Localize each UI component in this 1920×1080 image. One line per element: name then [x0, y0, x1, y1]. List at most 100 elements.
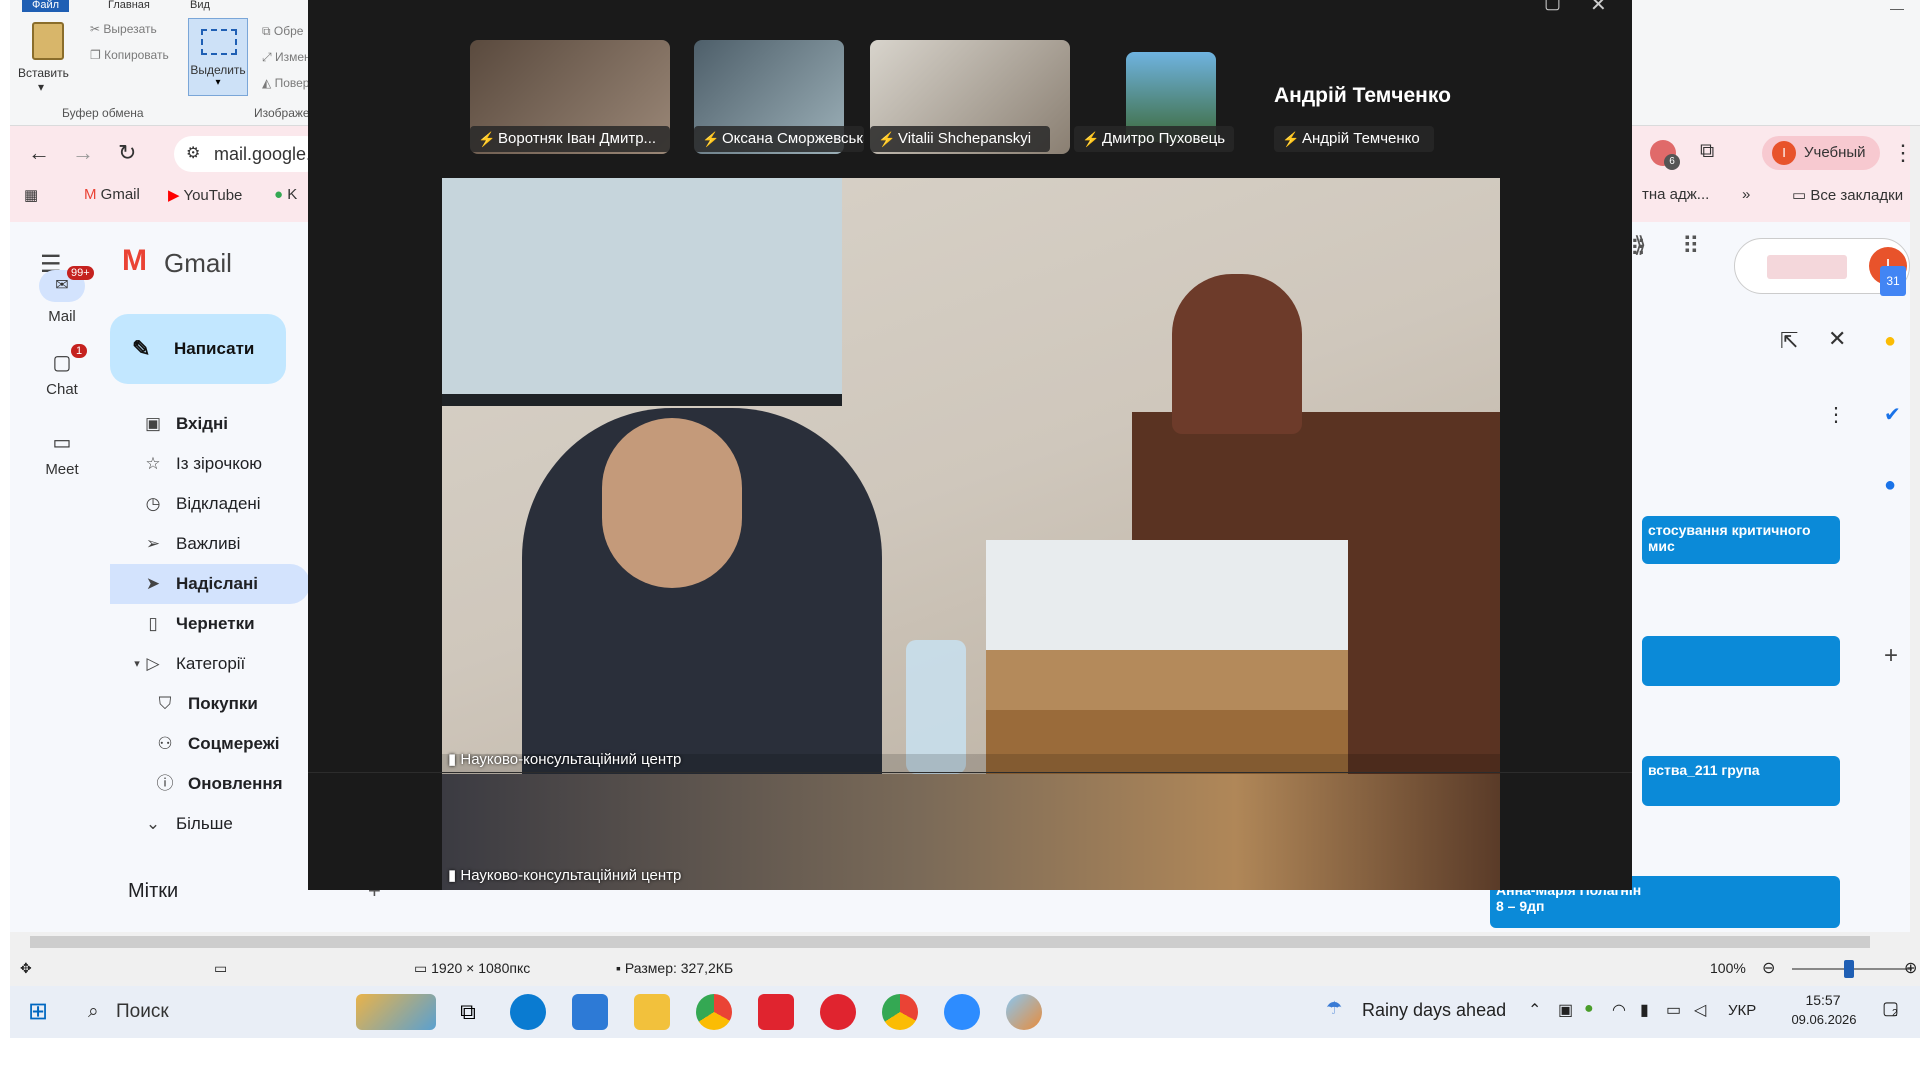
image-dimensions: ▭ 1920 × 1080пкс: [414, 960, 531, 976]
window-control-icon[interactable]: —: [1890, 0, 1904, 16]
open-new-window-icon[interactable]: ⇱: [1780, 328, 1798, 354]
rotate-button[interactable]: ◭ Повер: [262, 76, 309, 90]
all-bookmarks[interactable]: ▭ Все закладки: [1792, 186, 1903, 204]
file-size: ▪ Размер: 327,2КБ: [616, 960, 734, 976]
maximize-icon[interactable]: ▢: [1544, 0, 1561, 13]
shopping-icon: ⛉: [158, 694, 172, 713]
bookmark-right[interactable]: тна адж...: [1642, 186, 1709, 203]
profile-button[interactable]: I Учебный: [1762, 136, 1880, 170]
battery-icon[interactable]: ▭: [1666, 1000, 1681, 1020]
paste-button[interactable]: [28, 22, 68, 70]
resize-button[interactable]: ⤢ Измен: [262, 50, 311, 65]
bookmark-gmail[interactable]: M Gmail: [84, 186, 140, 203]
people-icon: ⚇: [157, 734, 173, 753]
clock-time[interactable]: 15:57: [1788, 992, 1858, 1008]
paint-app-icon[interactable]: [1006, 994, 1042, 1030]
reload-icon[interactable]: ↻: [118, 140, 136, 166]
close-icon[interactable]: ✕: [1828, 326, 1846, 352]
nav-sent[interactable]: ➤ Надіслані: [110, 564, 310, 604]
zoom-out-icon[interactable]: ⊖: [1762, 958, 1775, 978]
zoom-meeting-window: ▢ ✕ ⚡ Воротняк Іван Дмитр... ⚡ Оксана Смор…: [308, 0, 1632, 890]
nav-label: Відкладені: [176, 494, 261, 513]
task-view-icon[interactable]: ⧉: [450, 994, 486, 1030]
store-icon[interactable]: [572, 994, 608, 1030]
back-icon[interactable]: ←: [28, 140, 50, 166]
language-indicator[interactable]: УКР: [1728, 1002, 1756, 1019]
kebab-menu-icon[interactable]: ⋮: [1826, 402, 1846, 427]
dimensions-icon: ▭: [414, 960, 432, 976]
rail-mail[interactable]: ✉ 99+ Mail: [27, 266, 97, 325]
chevron-up-icon[interactable]: ⌃: [1528, 1000, 1541, 1020]
tab-file[interactable]: Файл: [22, 0, 70, 12]
wps-icon[interactable]: [758, 994, 794, 1030]
calendar-event[interactable]: стосування критичного мис: [1642, 516, 1840, 564]
compose-button[interactable]: ✎ Написати: [110, 314, 286, 384]
zoom-level: 100%: [1710, 960, 1746, 976]
file-explorer-icon[interactable]: [634, 994, 670, 1030]
crop-button[interactable]: ⧉ Обре: [262, 24, 303, 39]
calendar-icon[interactable]: 31: [1880, 266, 1906, 296]
extension-badge: 6: [1664, 154, 1680, 170]
chrome-profile-icon[interactable]: [882, 994, 918, 1030]
calendar-event[interactable]: вства_211 група: [1642, 756, 1840, 806]
send-icon: ➤: [145, 574, 161, 593]
selection-icon: ▭: [214, 960, 228, 976]
vertical-scrollbar[interactable]: [1910, 126, 1920, 932]
tab-home[interactable]: Главная: [98, 0, 160, 12]
rail-mail-label: Mail: [48, 308, 76, 325]
forward-icon[interactable]: →: [72, 140, 94, 166]
main-video[interactable]: [442, 178, 1500, 774]
notification-count: 2: [1892, 1008, 1898, 1019]
chevron-down-icon[interactable]: ▾: [38, 80, 44, 94]
extension-icon[interactable]: 6: [1650, 140, 1680, 170]
nav-label: Вхідні: [176, 414, 229, 433]
widget-image-icon[interactable]: [356, 994, 436, 1030]
resize-icon: ⤢: [262, 50, 275, 64]
bookmark-youtube[interactable]: ▶ YouTube: [168, 186, 242, 204]
google-apps-icon[interactable]: ⠿: [1682, 232, 1700, 261]
gmail-icon: M: [84, 186, 101, 203]
weather-icon: ☂: [1326, 998, 1343, 1018]
edge-icon[interactable]: [510, 994, 546, 1030]
nav-label: Більше: [176, 814, 233, 833]
add-addon-icon[interactable]: +: [1884, 642, 1898, 670]
zoom-slider[interactable]: [1792, 960, 1912, 978]
tasks-icon[interactable]: ✔: [1884, 402, 1901, 427]
rail-meet[interactable]: ▭ Meet: [27, 430, 97, 478]
close-icon[interactable]: ✕: [1590, 0, 1607, 17]
horizontal-scrollbar[interactable]: [10, 932, 1920, 952]
tray-app-icon[interactable]: ●: [1584, 1000, 1594, 1018]
keep-icon[interactable]: ●: [1884, 330, 1896, 353]
tab-view[interactable]: Вид: [180, 0, 220, 12]
windows-start-icon[interactable]: ⊞: [20, 994, 56, 1030]
bookmark-maps[interactable]: ● K: [274, 186, 297, 203]
wifi-icon[interactable]: ◠: [1612, 1000, 1626, 1020]
bookmarks-more-icon[interactable]: »: [1742, 186, 1750, 203]
gmail-logo-text: Gmail: [164, 248, 232, 278]
zoom-in-icon[interactable]: ⊕: [1904, 958, 1917, 978]
site-settings-icon[interactable]: ⚙: [186, 136, 200, 172]
mic-muted-icon: ⚡: [702, 131, 720, 147]
weather-text[interactable]: Rainy days ahead: [1362, 1000, 1506, 1021]
puzzle-icon[interactable]: ⧉: [1700, 140, 1714, 163]
contacts-icon[interactable]: ●: [1884, 474, 1896, 497]
support-icon[interactable]: ⟫: [1634, 232, 1674, 262]
active-speaker-name: Андрій Темченко: [1274, 84, 1451, 107]
meet-now-icon[interactable]: ▣: [1558, 1000, 1573, 1020]
zoom-app-icon[interactable]: [944, 994, 980, 1030]
microphone-icon[interactable]: ▮: [1640, 1000, 1649, 1020]
scissors-icon: ✂: [90, 22, 104, 36]
opera-icon[interactable]: [820, 994, 856, 1030]
zoom-slider-thumb[interactable]: [1844, 960, 1854, 978]
cut-button[interactable]: ✂ Вырезать: [90, 22, 157, 36]
copy-button[interactable]: ❐ Копировать: [90, 48, 169, 62]
address-bar[interactable]: ⚙ mail.google.c: [174, 136, 324, 172]
calendar-event[interactable]: [1642, 636, 1840, 686]
clock-date[interactable]: 09.06.2026: [1784, 1012, 1864, 1027]
apps-grid-icon[interactable]: ▦: [24, 186, 38, 204]
volume-icon[interactable]: ◁: [1694, 1000, 1706, 1020]
select-button[interactable]: Выделить ▾: [188, 18, 248, 96]
chrome-icon[interactable]: [696, 994, 732, 1030]
rail-chat[interactable]: ▢ 1 Chat: [27, 344, 97, 398]
notifications-icon[interactable]: ▢ 2: [1882, 998, 1899, 1019]
